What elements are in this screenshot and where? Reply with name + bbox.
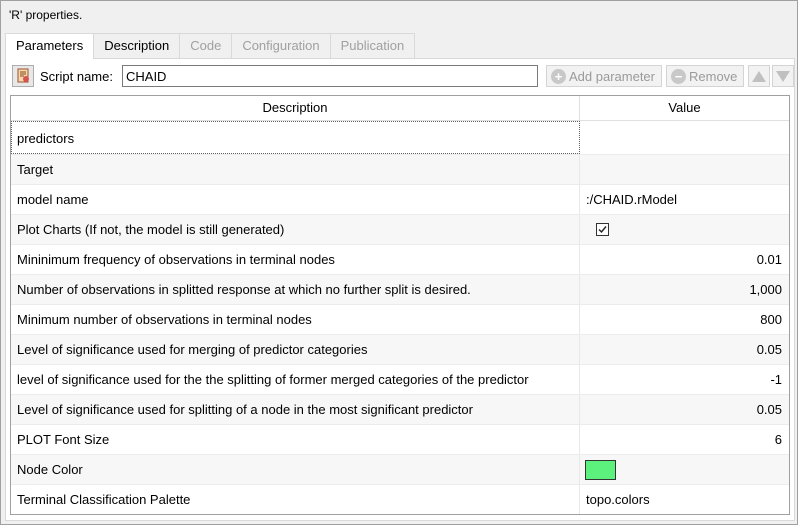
tab-description[interactable]: Description bbox=[93, 33, 181, 58]
table-row[interactable]: Target bbox=[11, 155, 789, 185]
tab-publication[interactable]: Publication bbox=[329, 33, 416, 58]
script-icon bbox=[17, 68, 29, 83]
column-header-value[interactable]: Value bbox=[580, 96, 789, 121]
tab-parameters[interactable]: Parameters bbox=[5, 33, 95, 59]
row-description[interactable]: Plot Charts (If not, the model is still … bbox=[11, 215, 580, 244]
checkmark-icon bbox=[598, 226, 607, 234]
arrow-up-icon bbox=[752, 70, 766, 82]
row-description[interactable]: Level of significance used for merging o… bbox=[11, 335, 580, 364]
row-value-checkbox-cell[interactable] bbox=[580, 215, 789, 244]
toolbar: Script name: + Add parameter − Remove bbox=[12, 65, 794, 89]
plus-icon: + bbox=[551, 68, 566, 84]
row-description[interactable]: Minimum number of observations in termin… bbox=[11, 305, 580, 334]
window-title: 'R' properties. bbox=[9, 8, 83, 22]
script-icon-button[interactable] bbox=[12, 65, 34, 87]
row-value[interactable]: topo.colors bbox=[580, 485, 789, 514]
table-row[interactable]: Minimum number of observations in termin… bbox=[11, 305, 789, 335]
arrow-down-icon bbox=[776, 70, 790, 82]
properties-window: 'R' properties. Parameters Description C… bbox=[0, 0, 798, 525]
row-description[interactable]: Number of observations in splitted respo… bbox=[11, 275, 580, 304]
table-row[interactable]: Level of significance used for splitting… bbox=[11, 395, 789, 425]
parameters-table: Description Value predictors Target mode… bbox=[10, 95, 790, 515]
row-value[interactable]: 800 bbox=[580, 305, 789, 334]
tab-bar: Parameters Description Code Configuratio… bbox=[5, 33, 416, 59]
row-value[interactable]: 6 bbox=[580, 425, 789, 454]
table-row[interactable]: PLOT Font Size 6 bbox=[11, 425, 789, 455]
row-value[interactable]: 0.01 bbox=[580, 245, 789, 274]
remove-button[interactable]: − Remove bbox=[666, 65, 744, 87]
row-value[interactable]: 0.05 bbox=[580, 335, 789, 364]
row-description[interactable]: Level of significance used for splitting… bbox=[11, 395, 580, 424]
node-color-swatch[interactable] bbox=[585, 460, 616, 480]
script-name-label: Script name: bbox=[40, 69, 113, 84]
row-value[interactable]: :/CHAID.rModel bbox=[580, 185, 789, 214]
row-value[interactable]: 1,000 bbox=[580, 275, 789, 304]
row-value[interactable]: 0.05 bbox=[580, 395, 789, 424]
table-row[interactable]: predictors bbox=[11, 121, 789, 155]
table-row[interactable]: Node Color bbox=[11, 455, 789, 485]
add-parameter-button[interactable]: + Add parameter bbox=[546, 65, 662, 87]
row-description[interactable]: PLOT Font Size bbox=[11, 425, 580, 454]
table-row[interactable]: level of significance used for the the s… bbox=[11, 365, 789, 395]
row-value[interactable]: -1 bbox=[580, 365, 789, 394]
script-name-input[interactable] bbox=[122, 65, 538, 87]
table-row[interactable]: Number of observations in splitted respo… bbox=[11, 275, 789, 305]
row-description[interactable]: Mininimum frequency of observations in t… bbox=[11, 245, 580, 274]
table-row[interactable]: Mininimum frequency of observations in t… bbox=[11, 245, 789, 275]
row-description[interactable]: Target bbox=[11, 155, 580, 184]
row-description[interactable]: Node Color bbox=[11, 455, 580, 484]
row-value-color-cell[interactable] bbox=[580, 455, 789, 484]
row-value[interactable] bbox=[580, 121, 789, 154]
parameters-panel: Script name: + Add parameter − Remove De… bbox=[5, 58, 795, 521]
remove-label: Remove bbox=[689, 68, 738, 84]
move-up-button[interactable] bbox=[748, 65, 770, 87]
row-description[interactable]: model name bbox=[11, 185, 580, 214]
tab-code[interactable]: Code bbox=[179, 33, 233, 58]
table-row[interactable]: Plot Charts (If not, the model is still … bbox=[11, 215, 789, 245]
column-header-description[interactable]: Description bbox=[11, 96, 580, 121]
row-value[interactable] bbox=[580, 155, 789, 184]
row-description[interactable]: level of significance used for the the s… bbox=[11, 365, 580, 394]
table-row[interactable]: Terminal Classification Palette topo.col… bbox=[11, 485, 789, 514]
plot-charts-checkbox[interactable] bbox=[596, 223, 609, 236]
tab-configuration[interactable]: Configuration bbox=[231, 33, 331, 58]
table-header: Description Value bbox=[11, 96, 789, 121]
row-description[interactable]: predictors bbox=[11, 121, 580, 154]
minus-icon: − bbox=[671, 68, 686, 84]
table-row[interactable]: Level of significance used for merging o… bbox=[11, 335, 789, 365]
add-parameter-label: Add parameter bbox=[569, 68, 655, 84]
table-row[interactable]: model name :/CHAID.rModel bbox=[11, 185, 789, 215]
row-description[interactable]: Terminal Classification Palette bbox=[11, 485, 580, 514]
move-down-button[interactable] bbox=[772, 65, 794, 87]
